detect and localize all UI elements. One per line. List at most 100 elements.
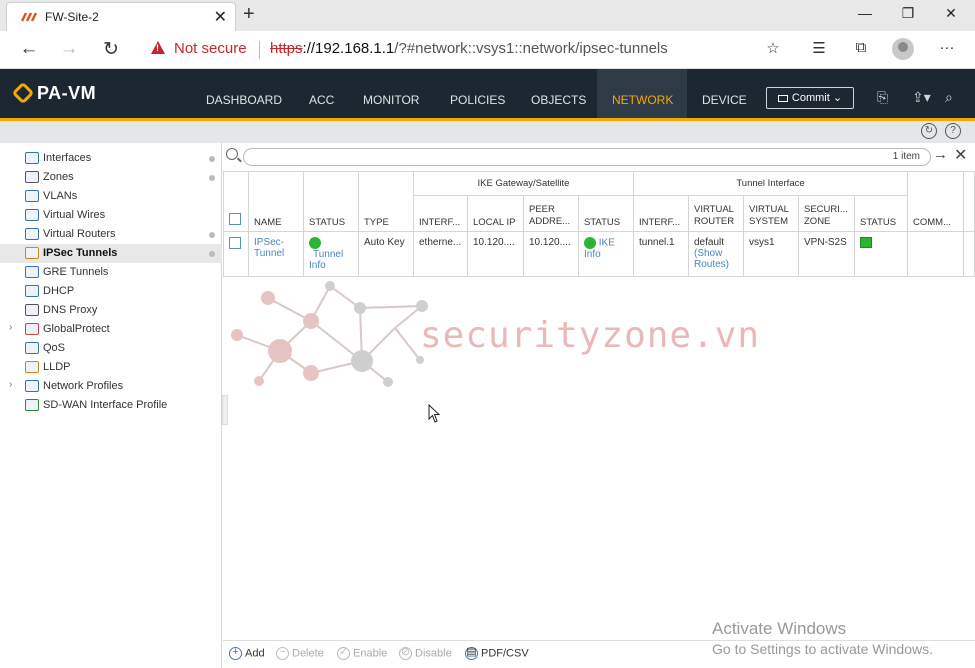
col-tun-status[interactable]: STATUS [854,195,908,232]
more-menu-icon[interactable]: ··· [936,39,958,56]
minimize-button[interactable]: — [850,5,880,21]
sidebar-item-label: DNS Proxy [43,304,98,316]
show-routes-link[interactable]: (Show Routes) [694,248,729,270]
nav-acc[interactable]: ACC [309,93,334,107]
sidebar-item-label: VLANs [43,190,78,202]
favorites-list-icon[interactable]: ☰ [808,39,830,57]
window-close-button[interactable]: ✕ [936,5,966,22]
col-comment[interactable]: COMM... [907,171,964,232]
col-security-zone[interactable]: SECURI... ZONE [798,195,855,232]
expand-chevron-icon[interactable]: › [9,379,12,390]
tunnel-info-link[interactable]: Tunnel Info [309,249,343,271]
col-peer-address[interactable]: PEER ADDRE... [523,195,579,232]
back-button[interactable]: ← [17,38,41,60]
watermark-network-graphic [231,281,428,387]
sidebar-collapse-handle[interactable] [222,395,228,425]
sidebar-item-globalprotect[interactable]: › GlobalProtect [0,320,222,339]
apply-filter-icon[interactable]: → [933,146,948,163]
sidebar-item-network-profiles[interactable]: › Network Profiles [0,377,222,396]
restore-button[interactable]: ❐ [893,5,923,22]
filter-input[interactable]: 1 item [243,148,931,166]
sidebar-item-virtual-wires[interactable]: Virtual Wires [0,206,222,225]
nav-policies[interactable]: POLICIES [450,93,505,107]
tunnel-interface-status-icon [860,237,872,248]
dns-proxy-icon [25,304,39,316]
sidebar-item-ipsec-tunnels[interactable]: IPSec Tunnels [0,244,222,263]
col-virtual-router[interactable]: VIRTUAL ROUTER [688,195,744,232]
sidebar-item-sdwan[interactable]: SD-WAN Interface Profile [0,396,222,415]
forward-button[interactable]: → [57,38,81,60]
group-ike-gateway: IKE Gateway/Satellite [413,171,634,196]
clear-filter-icon[interactable]: ✕ [954,145,967,165]
virtual-system-value: vsys1 [743,231,799,277]
new-tab-button[interactable]: + [243,3,255,26]
profile-avatar[interactable] [892,38,914,60]
sidebar-item-vlans[interactable]: VLANs [0,187,222,206]
enable-button[interactable]: ✓ Enable [337,647,387,660]
group-tunnel-interface: Tunnel Interface [633,171,908,196]
reload-button[interactable]: ↻ [99,38,123,61]
url-text[interactable]: https://192.168.1.1/?#network::vsys1::ne… [270,40,668,57]
add-button[interactable]: + Add [229,647,265,660]
browser-toolbar: ← → ↻ ! Not secure https://192.168.1.1/?… [0,31,975,69]
row-checkbox[interactable] [229,237,241,249]
sidebar-item-qos[interactable]: QoS [0,339,222,358]
browser-tab-strip: FW-Site-2 ✕ + — ❐ ✕ [0,0,975,31]
tunnel-name-link[interactable]: IPSec-Tunnel [254,237,284,259]
logo-mark-icon [11,81,35,105]
sidebar-item-label: Virtual Wires [43,209,106,221]
col-tun-interface[interactable]: INTERF... [633,195,689,232]
interfaces-icon [25,152,39,164]
help-icon[interactable]: ? [945,123,961,139]
filter-search-icon [226,148,238,160]
col-ike-interface[interactable]: INTERF... [413,195,468,232]
expand-chevron-icon[interactable]: › [9,322,12,333]
header-search-icon[interactable]: ⌕ [945,89,953,106]
nav-device[interactable]: DEVICE [702,93,747,107]
tab-title: FW-Site-2 [45,10,99,24]
disable-button[interactable]: ⊘ Disable [399,647,452,660]
sidebar-item-lldp[interactable]: LLDP [0,358,222,377]
select-all-header [223,171,249,232]
save-config-icon[interactable]: ⇪▾ [912,89,931,106]
sidebar-item-interfaces[interactable]: Interfaces [0,149,222,168]
sidebar-item-dns-proxy[interactable]: DNS Proxy [0,301,222,320]
sidebar-item-label: Interfaces [43,152,92,164]
dhcp-icon [25,285,39,297]
browser-tab[interactable]: FW-Site-2 ✕ [6,2,236,31]
export-pdf-csv-button[interactable]: ▤ PDF/CSV [465,647,529,660]
col-name[interactable]: NAME [248,171,304,232]
delete-button[interactable]: − Delete [276,647,324,660]
security-zone-value: VPN-S2S [798,231,855,277]
activate-windows-title: Activate Windows [712,619,847,638]
tunnel-type: Auto Key [358,231,414,277]
col-type[interactable]: TYPE [358,171,414,232]
sidebar-item-gre-tunnels[interactable]: GRE Tunnels [0,263,222,282]
col-ike-status[interactable]: STATUS [578,195,634,232]
favorite-star-icon[interactable]: ☆ [762,39,784,57]
select-all-checkbox[interactable] [229,213,241,225]
address-bar[interactable]: ! Not secure https://192.168.1.1/?#netwo… [140,37,790,64]
nav-objects[interactable]: OBJECTS [531,93,586,107]
col-local-ip[interactable]: LOCAL IP [467,195,524,232]
add-icon: + [229,647,242,660]
commit-icon [777,94,788,102]
col-virtual-system[interactable]: VIRTUAL SYSTEM [743,195,799,232]
nav-monitor[interactable]: MONITOR [363,93,419,107]
nav-network[interactable]: NETWORK [612,93,673,107]
nav-dashboard[interactable]: DASHBOARD [206,93,282,107]
config-lock-icon[interactable]: ⎘ [877,89,888,106]
commit-button[interactable]: Commit ⌄ [766,87,854,109]
collections-icon[interactable]: ⧉ [850,39,872,56]
sidebar-item-label: Network Profiles [43,380,124,392]
sidebar-item-virtual-routers[interactable]: Virtual Routers [0,225,222,244]
sidebar-item-dhcp[interactable]: DHCP [0,282,222,301]
col-status[interactable]: STATUS [303,171,359,232]
sidebar-item-zones[interactable]: Zones [0,168,222,187]
not-secure-label[interactable]: Not secure [174,40,247,57]
table-row[interactable]: IPSec-Tunnel Tunnel Info Auto Key ethern… [223,231,975,277]
refresh-icon[interactable]: ↻ [921,123,937,139]
tunnel-interface-value: tunnel.1 [633,231,689,277]
delete-icon: − [276,647,289,660]
tab-close-icon[interactable]: ✕ [214,7,227,27]
